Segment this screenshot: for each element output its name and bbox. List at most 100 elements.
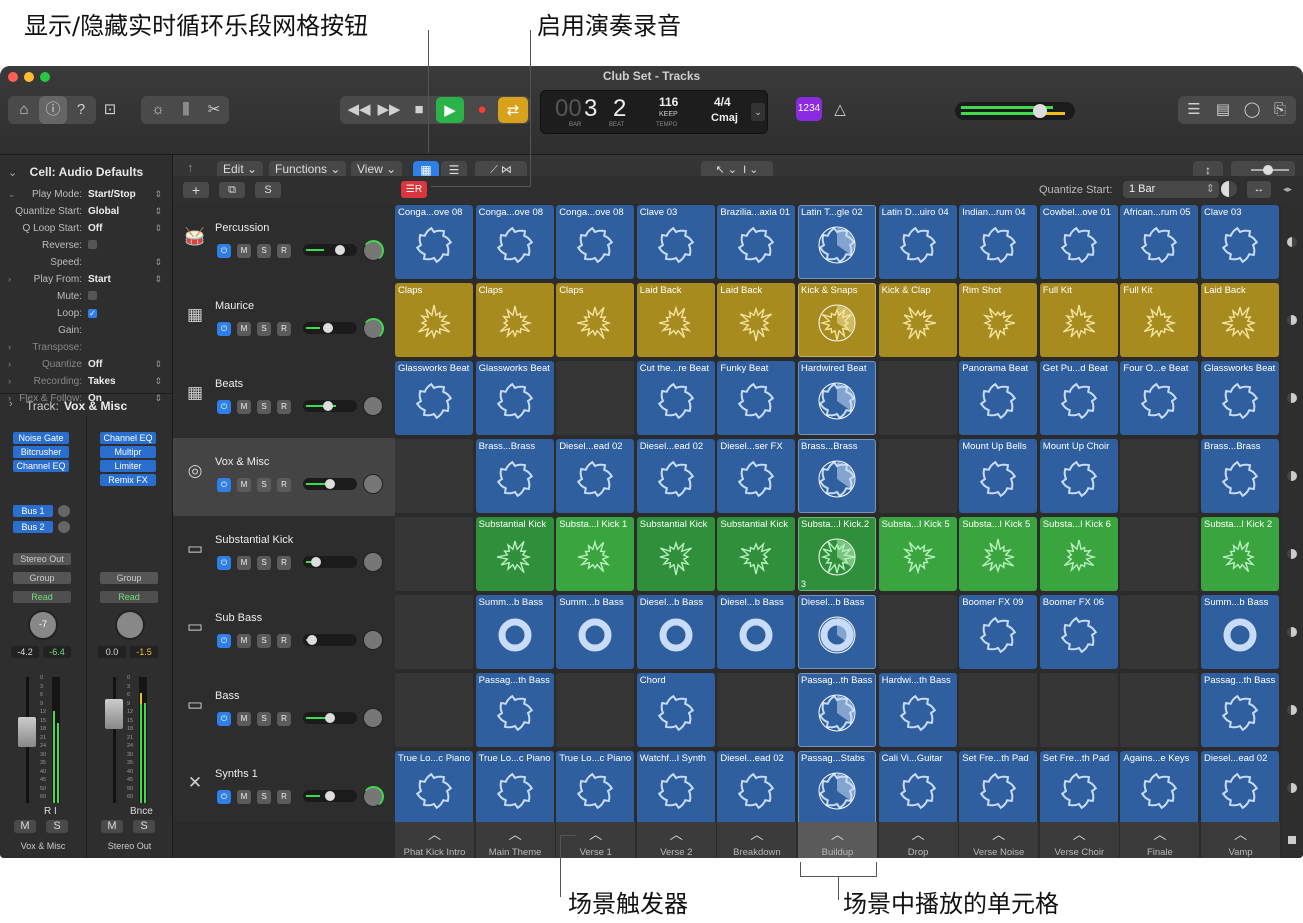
track-stop-button[interactable]: [1287, 783, 1297, 793]
add-track-button[interactable]: +: [183, 182, 209, 198]
scene-trigger-arrow-icon[interactable]: ︿: [717, 824, 796, 843]
loop-cell[interactable]: Set Fre...th Pad: [959, 751, 1038, 825]
loop-cell[interactable]: Chord: [636, 673, 715, 747]
loop-browser-icon[interactable]: ◯: [1238, 96, 1266, 124]
solo-button[interactable]: S: [257, 400, 271, 414]
send-level-knob[interactable]: [58, 505, 70, 517]
volume-readout[interactable]: 0.0: [98, 646, 126, 658]
loop-cell[interactable]: Substantial Kick: [475, 517, 554, 591]
cell-param-toggle[interactable]: ✓: [88, 308, 97, 319]
plugin-slot[interactable]: Channel EQ: [13, 460, 69, 472]
updown-icon[interactable]: ⇕: [154, 359, 162, 370]
loop-cell[interactable]: Substa...l Kick 5: [959, 517, 1038, 591]
updown-icon[interactable]: ⇕: [154, 223, 162, 234]
scene-trigger[interactable]: ︿ Main Theme: [475, 822, 555, 858]
bounce-button[interactable]: Bnce: [130, 806, 153, 817]
solo-button[interactable]: S: [257, 478, 271, 492]
stop-all-icon[interactable]: [1288, 836, 1296, 844]
track-stop-button[interactable]: [1287, 471, 1297, 481]
solo-button[interactable]: S: [257, 322, 271, 336]
empty-cell-slot[interactable]: [556, 673, 635, 747]
solo-button[interactable]: S: [257, 790, 271, 804]
empty-cell-slot[interactable]: [395, 673, 473, 747]
scene-trigger-arrow-icon[interactable]: ︿: [1120, 824, 1199, 843]
track-volume-fader[interactable]: [303, 244, 357, 256]
record-enable-button[interactable]: R: [277, 634, 291, 648]
forward-icon[interactable]: ▶▶: [375, 96, 403, 124]
loop-cell[interactable]: Laid Back: [636, 283, 715, 357]
loop-cell[interactable]: Full Kit: [1039, 283, 1118, 357]
track-on-icon[interactable]: ⏻: [217, 634, 231, 648]
loop-cell[interactable]: Diesel...ead 02: [556, 439, 635, 513]
loop-cell[interactable]: Glassworks Beat: [395, 361, 473, 435]
solo-button[interactable]: S: [257, 244, 271, 258]
cell-param-row[interactable]: › Transpose:: [0, 342, 172, 359]
track-header[interactable]: ✕ Synths 1 ⏻ M S R: [173, 750, 395, 829]
solo-button[interactable]: S: [133, 820, 155, 833]
loop-cell[interactable]: Full Kit: [1120, 283, 1199, 357]
scene-trigger[interactable]: ︿ Vamp: [1201, 822, 1280, 858]
track-volume-fader[interactable]: [303, 478, 357, 490]
playing-loop-cell[interactable]: Diesel...b Bass: [798, 595, 876, 669]
quantize-start-select[interactable]: 1 Bar ⇕: [1123, 181, 1219, 198]
disclosure-icon[interactable]: ›: [8, 274, 11, 284]
notepad-icon[interactable]: ▤: [1209, 96, 1237, 124]
playing-loop-cell[interactable]: Passag...th Bass: [798, 673, 876, 747]
scroll-arrows-icon[interactable]: ◂▸: [1283, 184, 1292, 195]
cell-param-row[interactable]: › Recording: Takes ⇕: [0, 376, 172, 393]
loop-cell[interactable]: Latin D...uiro 04: [878, 205, 957, 279]
loop-cell[interactable]: Claps: [475, 283, 554, 357]
volume-fader-cap[interactable]: [105, 699, 123, 729]
loop-cell[interactable]: Cowbel...ove 01: [1039, 205, 1118, 279]
track-on-icon[interactable]: ⏻: [217, 478, 231, 492]
track-name[interactable]: Bass: [215, 690, 239, 702]
mute-button[interactable]: M: [237, 322, 251, 336]
loop-cell[interactable]: Brass...Brass: [1201, 439, 1279, 513]
track-header[interactable]: ◎ Vox & Misc ⏻ M S R: [173, 438, 395, 517]
scene-trigger[interactable]: ︿ Drop: [878, 822, 958, 858]
updown-icon[interactable]: ⇕: [154, 206, 162, 217]
solo-button[interactable]: S: [257, 712, 271, 726]
group-slot[interactable]: Group: [13, 572, 71, 584]
cell-param-row[interactable]: ⌄ Play Mode: Start/Stop ⇕: [0, 189, 172, 206]
fader-knob[interactable]: [325, 713, 335, 723]
send-slot[interactable]: Bus 2: [13, 521, 53, 533]
empty-cell-slot[interactable]: [1039, 673, 1118, 747]
plugin-slot[interactable]: Remix FX: [100, 474, 156, 486]
scene-trigger[interactable]: ︿ Phat Kick Intro: [395, 822, 474, 858]
library-icon[interactable]: ⌂: [10, 96, 38, 124]
loop-cell[interactable]: Brazilia...axia 01: [717, 205, 796, 279]
mute-button[interactable]: M: [101, 820, 123, 833]
mute-button[interactable]: M: [237, 634, 251, 648]
loop-cell[interactable]: Watchf...l Synth: [636, 751, 715, 825]
loop-cell[interactable]: Claps: [395, 283, 473, 357]
track-header[interactable]: 🥁 Percussion ⏻ M S R: [173, 204, 395, 283]
volume-fader-cap[interactable]: [18, 717, 36, 747]
empty-cell-slot[interactable]: [1120, 517, 1199, 591]
global-solo-button[interactable]: S: [255, 182, 281, 198]
scene-trigger-arrow-icon[interactable]: ︿: [959, 824, 1038, 843]
track-volume-fader[interactable]: [303, 790, 357, 802]
cell-param-toggle[interactable]: [88, 240, 97, 252]
scene-trigger[interactable]: ︿ Verse 1: [556, 822, 636, 858]
track-stop-button[interactable]: [1287, 315, 1297, 325]
track-volume-fader[interactable]: [303, 556, 357, 568]
toolbar-icon[interactable]: ⊡: [96, 96, 124, 124]
solo-button[interactable]: S: [257, 634, 271, 648]
empty-cell-slot[interactable]: [395, 595, 473, 669]
updown-icon[interactable]: ⇕: [154, 376, 162, 387]
track-stop-button[interactable]: [1287, 237, 1297, 247]
track-pan-knob[interactable]: [363, 240, 384, 261]
playing-loop-cell[interactable]: Brass...Brass: [798, 439, 876, 513]
loop-cell[interactable]: Glassworks Beat: [1201, 361, 1279, 435]
mute-button[interactable]: M: [14, 820, 36, 833]
track-on-icon[interactable]: ⏻: [217, 712, 231, 726]
cell-param-row[interactable]: Reverse:: [0, 240, 172, 257]
loop-cell[interactable]: Diesel...ead 02: [1201, 751, 1279, 825]
empty-cell-slot[interactable]: [395, 517, 473, 591]
track-volume-fader[interactable]: [303, 634, 357, 646]
loop-cell[interactable]: Brass...Brass: [475, 439, 554, 513]
cell-param-toggle[interactable]: [88, 291, 97, 303]
send-level-knob[interactable]: [58, 521, 70, 533]
loop-cell[interactable]: Diesel...ead 02: [636, 439, 715, 513]
